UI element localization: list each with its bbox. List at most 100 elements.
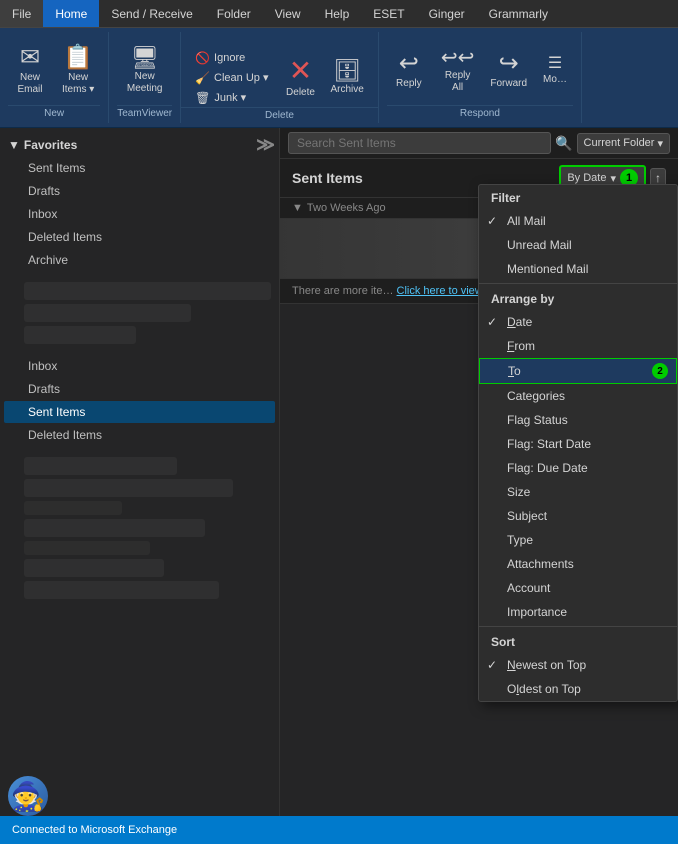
cleanup-button[interactable]: 🧹 Clean Up ▾ [189, 69, 274, 87]
more-respond-icon: ☰ [548, 56, 562, 72]
search-scope-dropdown[interactable]: Current Folder ▾ [577, 133, 670, 154]
forward-label: Forward [490, 78, 527, 90]
flag-status-arrange-item[interactable]: Flag Status [479, 408, 677, 432]
importance-label: Importance [507, 605, 567, 619]
sidebar-collapse-btn[interactable]: ≫ [252, 131, 279, 160]
categories-arrange-item[interactable]: Categories [479, 384, 677, 408]
date-check: ✓ [487, 315, 497, 329]
sidebar-item-sent-items[interactable]: Sent Items [4, 157, 275, 179]
importance-arrange-item[interactable]: Importance [479, 600, 677, 624]
ribbon-teamviewer-buttons: 🖥 NewMeeting [121, 36, 169, 105]
ribbon: ✉ NewEmail 📋 NewItems ▾ New 🖥 NewMeeting… [0, 28, 678, 128]
ignore-label: Ignore [214, 52, 245, 64]
account-arrange-item[interactable]: Account [479, 576, 677, 600]
mentioned-mail-label: Mentioned Mail [507, 262, 588, 276]
reply-label: Reply [396, 78, 422, 90]
menu-ginger[interactable]: Ginger [417, 0, 477, 27]
sidebar-item-deleted-items[interactable]: Deleted Items [4, 226, 275, 248]
oldest-on-top-label: Oldest on Top [507, 682, 581, 696]
menu-folder[interactable]: Folder [205, 0, 263, 27]
favorites-header[interactable]: ▼ Favorites ≫ [0, 134, 279, 156]
junk-button[interactable]: 🗑 Junk ▾ [189, 89, 274, 107]
from-arrange-item[interactable]: From [479, 334, 677, 358]
type-arrange-item[interactable]: Type [479, 528, 677, 552]
more-respond-button[interactable]: ☰ Mo… [537, 52, 573, 90]
sidebar-blurred-8 [24, 541, 150, 555]
delete-button[interactable]: ✕ Delete [278, 53, 322, 103]
filter-section-header: Filter [479, 185, 677, 209]
search-input[interactable] [288, 132, 551, 154]
folder-title: Sent Items [292, 170, 363, 186]
reply-all-button[interactable]: ↩↩ ReplyAll [435, 44, 481, 98]
ignore-button[interactable]: 🚫 Ignore [189, 49, 274, 67]
mail-account-section: Inbox Drafts Sent Items Deleted Items [0, 348, 279, 453]
all-mail-label: All Mail [507, 214, 546, 228]
sidebar-item-archive[interactable]: Archive [4, 249, 275, 271]
new-meeting-icon: 🖥 [131, 47, 159, 69]
all-mail-item[interactable]: ✓ All Mail [479, 209, 677, 233]
archive-button[interactable]: 🗄 Archive [324, 56, 369, 100]
mentioned-mail-item[interactable]: Mentioned Mail [479, 257, 677, 281]
sidebar-item-drafts[interactable]: Drafts [4, 180, 275, 202]
favorites-label: Favorites [24, 138, 77, 152]
sidebar-blurred-4 [24, 457, 177, 475]
flag-start-date-arrange-item[interactable]: Flag: Start Date [479, 432, 677, 456]
ribbon-new-buttons: ✉ NewEmail 📋 NewItems ▾ [8, 36, 100, 105]
junk-icon: 🗑 [195, 91, 210, 105]
sidebar-item-sent-items-main[interactable]: Sent Items [4, 401, 275, 423]
new-email-button[interactable]: ✉ NewEmail [8, 42, 52, 100]
sidebar-blurred-2 [24, 304, 191, 322]
sidebar-item-inbox-main[interactable]: Inbox [4, 355, 275, 377]
newest-on-top-item[interactable]: ✓ Newest on Top [479, 653, 677, 677]
sidebar-blurred-6 [24, 501, 122, 515]
menu-home[interactable]: Home [43, 0, 99, 27]
oldest-on-top-item[interactable]: Oldest on Top [479, 677, 677, 701]
newest-on-top-label: Newest on Top [507, 658, 586, 672]
search-icon: 🔍 [555, 135, 572, 152]
menu-send-receive[interactable]: Send / Receive [99, 0, 204, 27]
sidebar-blurred-7 [24, 519, 205, 537]
flag-start-date-label: Flag: Start Date [507, 437, 591, 451]
avatar-icon: 🧙 [11, 780, 46, 813]
subject-arrange-item[interactable]: Subject [479, 504, 677, 528]
junk-label: Junk ▾ [214, 91, 246, 104]
menu-view[interactable]: View [263, 0, 313, 27]
new-items-label: NewItems ▾ [62, 72, 94, 96]
unread-mail-item[interactable]: Unread Mail [479, 233, 677, 257]
new-email-icon: ✉ [20, 46, 40, 70]
ribbon-group-teamviewer-label: TeamViewer [117, 105, 172, 119]
flag-due-date-arrange-item[interactable]: Flag: Due Date [479, 456, 677, 480]
sort-dropdown-icon: ▾ [610, 172, 616, 185]
menu-bar: File Home Send / Receive Folder View Hel… [0, 0, 678, 28]
sidebar-item-drafts-main[interactable]: Drafts [4, 378, 275, 400]
menu-grammarly[interactable]: Grammarly [477, 0, 560, 27]
bottom-avatar-area: 🧙 [8, 776, 48, 816]
search-scope-label: Current Folder [584, 137, 655, 149]
menu-eset[interactable]: ESET [361, 0, 416, 27]
ribbon-group-teamviewer: 🖥 NewMeeting TeamViewer [109, 32, 181, 123]
sidebar-item-inbox[interactable]: Inbox [4, 203, 275, 225]
menu-help[interactable]: Help [313, 0, 362, 27]
sidebar-blurred-5 [24, 479, 233, 497]
sidebar-blurred-1 [24, 282, 271, 300]
forward-button[interactable]: ↪ Forward [484, 48, 533, 94]
new-meeting-label: NewMeeting [127, 71, 163, 95]
newest-on-top-check: ✓ [487, 658, 497, 672]
favorites-section: ▼ Favorites ≫ Sent Items Drafts Inbox De… [0, 128, 279, 278]
to-arrange-item[interactable]: To 2 [479, 358, 677, 384]
to-label: To [508, 364, 521, 378]
reply-icon: ↩ [399, 52, 419, 76]
reply-button[interactable]: ↩ Reply [387, 48, 431, 94]
new-items-button[interactable]: 📋 NewItems ▾ [56, 42, 100, 100]
categories-label: Categories [507, 389, 565, 403]
content-area: 🔍 Current Folder ▾ Sent Items By Date ▾ … [280, 128, 678, 816]
ribbon-group-delete: 🚫 Ignore 🧹 Clean Up ▾ 🗑 Junk ▾ ✕ Delete … [181, 32, 379, 123]
attachments-arrange-item[interactable]: Attachments [479, 552, 677, 576]
size-arrange-item[interactable]: Size [479, 480, 677, 504]
menu-file[interactable]: File [0, 0, 43, 27]
new-items-icon: 📋 [63, 46, 93, 70]
date-arrange-item[interactable]: ✓ Date [479, 310, 677, 334]
sidebar-item-deleted-items-main[interactable]: Deleted Items [4, 424, 275, 446]
new-meeting-button[interactable]: 🖥 NewMeeting [121, 43, 169, 99]
account-label: Account [507, 581, 550, 595]
